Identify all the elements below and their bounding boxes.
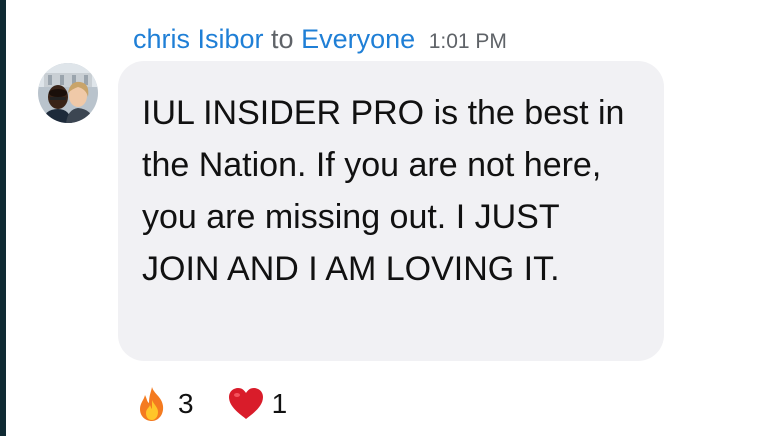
message-text: IUL INSIDER PRO is the best in the Natio…: [142, 94, 625, 288]
message-bubble: IUL INSIDER PRO is the best in the Natio…: [118, 61, 664, 361]
window-edge: [0, 0, 6, 436]
fire-icon: [140, 387, 164, 421]
reaction-count: 1: [271, 388, 288, 419]
message-header: chris Isibor to Everyone 1:01 PM: [133, 20, 507, 61]
avatar[interactable]: [38, 63, 98, 123]
avatar-photo: [38, 63, 98, 123]
message-timestamp: 1:01 PM: [428, 30, 507, 53]
sender-name[interactable]: chris Isibor: [133, 24, 264, 54]
reaction-count: 3: [178, 388, 194, 419]
heart-icon: [228, 388, 263, 419]
recipient-name[interactable]: Everyone: [301, 24, 415, 54]
reaction-fire[interactable]: 3: [132, 384, 194, 424]
reactions-bar: 3 1: [132, 384, 319, 424]
reaction-heart[interactable]: 1: [226, 384, 288, 424]
to-label: to: [271, 24, 294, 54]
